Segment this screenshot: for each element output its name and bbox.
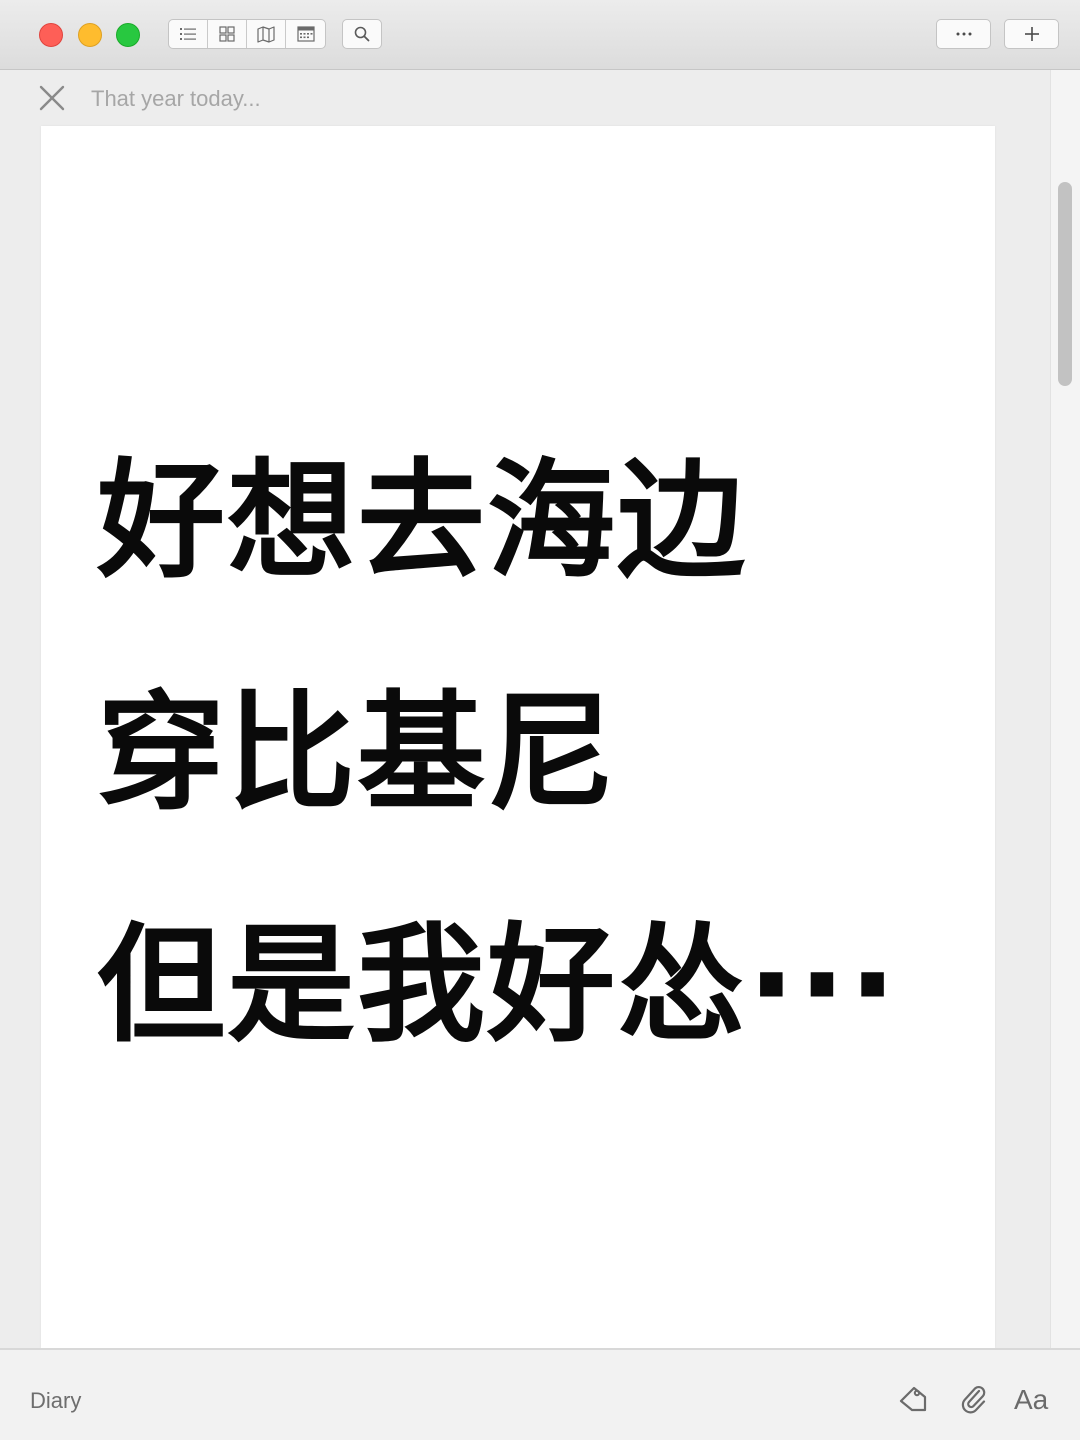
calendar-view-button[interactable] [286, 20, 325, 48]
calendar-icon [296, 26, 315, 42]
tag-icon[interactable] [895, 1382, 929, 1416]
grid-view-button[interactable] [208, 20, 247, 48]
window-close-button[interactable] [39, 23, 63, 47]
entry-title[interactable]: That year today... [91, 84, 261, 114]
entry-body-line: 穿比基尼 [97, 679, 618, 828]
plus-icon [1024, 27, 1039, 41]
close-icon[interactable] [38, 84, 66, 112]
entry-body-line: 但是我好怂··· [97, 911, 899, 1060]
map-view-button[interactable] [247, 20, 286, 48]
entry-page[interactable]: 好想去海边 穿比基尼 但是我好怂··· [41, 126, 995, 1348]
grid-icon [219, 26, 235, 42]
map-icon [257, 26, 275, 43]
entry-body[interactable]: 好想去海边 穿比基尼 但是我好怂··· [97, 406, 977, 1102]
search-button[interactable] [342, 19, 382, 49]
list-view-button[interactable] [169, 20, 208, 48]
font-format-button[interactable]: Aa [1014, 1382, 1048, 1418]
search-icon [354, 26, 370, 42]
window-minimize-button[interactable] [78, 23, 102, 47]
app-window: That year today... 好想去海边 穿比基尼 但是我好怂··· D… [0, 0, 1080, 1440]
more-button[interactable] [936, 19, 991, 49]
scrollbar-thumb[interactable] [1058, 182, 1072, 386]
paperclip-icon[interactable] [957, 1382, 991, 1416]
list-icon [180, 28, 196, 40]
entry-body-line: 好想去海边 [97, 447, 748, 596]
view-switcher [168, 19, 326, 49]
add-entry-button[interactable] [1004, 19, 1059, 49]
window-zoom-button[interactable] [116, 23, 140, 47]
titlebar [0, 0, 1080, 70]
more-icon [956, 32, 971, 36]
journal-selector[interactable]: Diary [30, 1386, 81, 1416]
